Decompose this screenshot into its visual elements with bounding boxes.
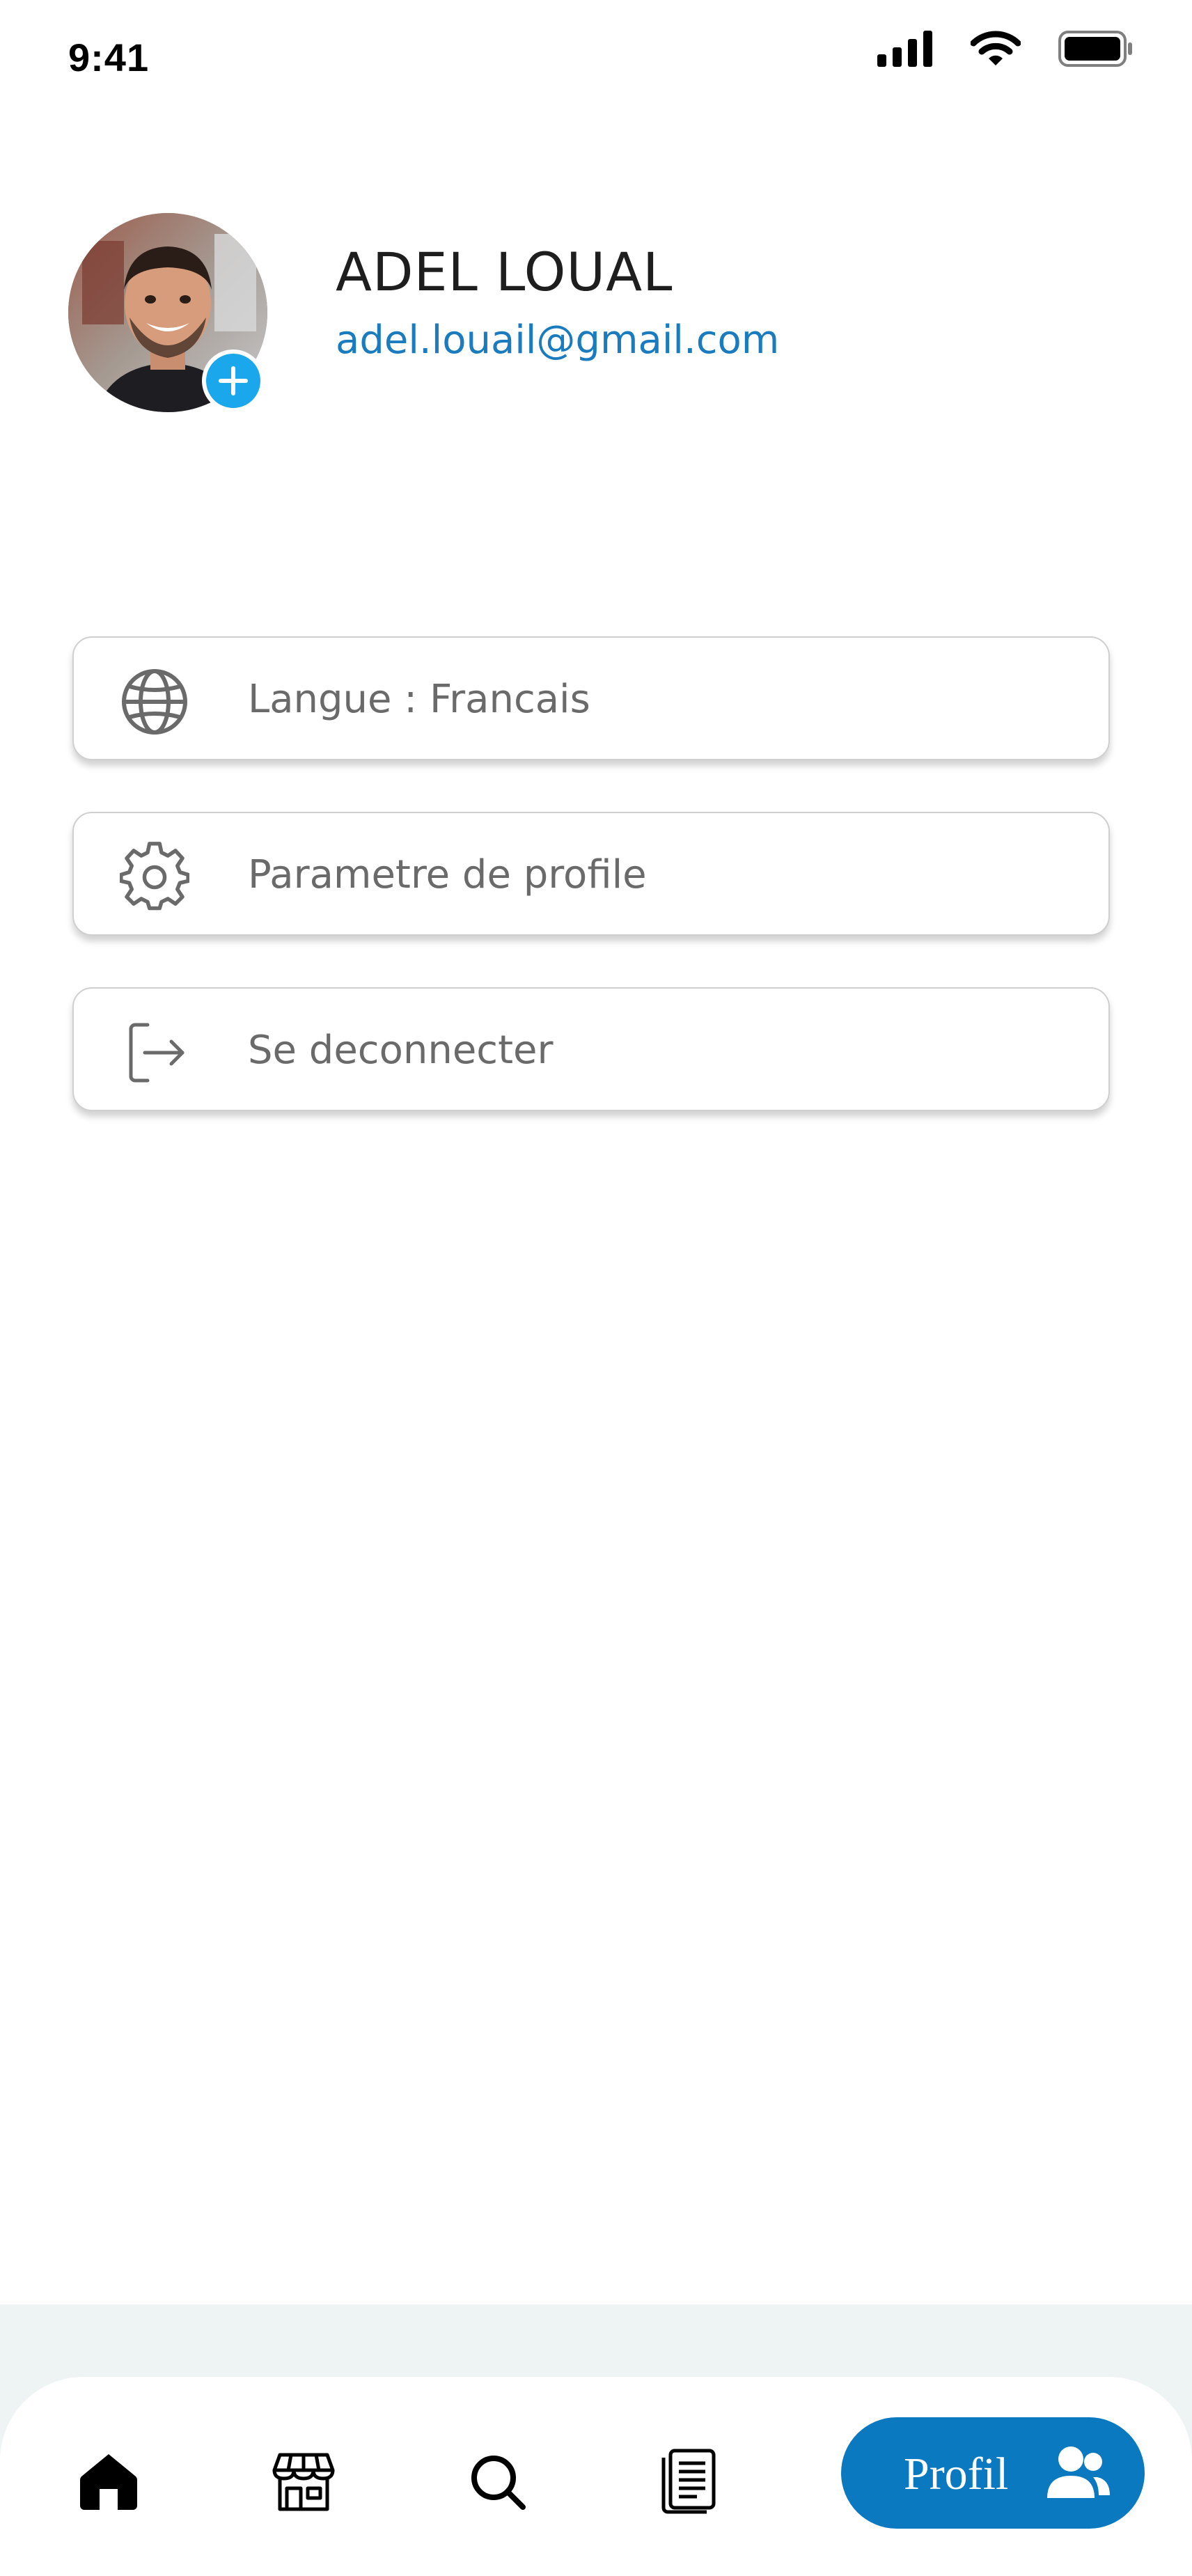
profile-screen: 9:41 ADEL LOUAL adel.louail@gmail.com La… (0, 0, 1192, 2576)
document-icon (661, 2449, 716, 2514)
search-icon (471, 2456, 526, 2510)
status-icons (877, 31, 1134, 67)
gear-icon (120, 842, 189, 912)
nav-home-button[interactable] (67, 2440, 150, 2523)
user-name: ADEL LOUAL (336, 241, 673, 303)
profile-settings-menu-item[interactable]: Parametre de profile (72, 812, 1110, 936)
profile-header: ADEL LOUAL adel.louail@gmail.com (68, 213, 1113, 415)
language-label: Langue : Francais (248, 677, 590, 722)
nav-profile-label: Profil (904, 2449, 1009, 2499)
nav-store-button[interactable] (262, 2440, 345, 2523)
home-icon (79, 2454, 138, 2510)
globe-icon (120, 667, 189, 737)
logout-icon (120, 1018, 189, 1087)
profile-settings-label: Parametre de profile (248, 852, 647, 897)
plus-icon (219, 366, 248, 395)
user-email: adel.louail@gmail.com (336, 317, 780, 363)
nav-documents-button[interactable] (645, 2440, 728, 2523)
nav-profile-button[interactable]: Profil (841, 2417, 1145, 2529)
settings-menu: Langue : Francais Parametre de profile S… (72, 636, 1110, 1163)
bottom-nav: Profil (0, 2377, 1192, 2576)
cellular-signal-icon (877, 31, 933, 67)
status-bar: 9:41 (0, 0, 1192, 118)
wifi-icon (971, 31, 1021, 67)
logout-label: Se deconnecter (248, 1028, 554, 1073)
logout-menu-item[interactable]: Se deconnecter (72, 987, 1110, 1111)
users-icon (1043, 2438, 1113, 2508)
battery-icon (1058, 31, 1134, 67)
language-menu-item[interactable]: Langue : Francais (72, 636, 1110, 760)
add-photo-button[interactable] (202, 350, 265, 412)
avatar-container (68, 213, 270, 415)
status-time: 9:41 (68, 36, 150, 79)
store-icon (272, 2453, 335, 2511)
nav-search-button[interactable] (455, 2440, 539, 2523)
